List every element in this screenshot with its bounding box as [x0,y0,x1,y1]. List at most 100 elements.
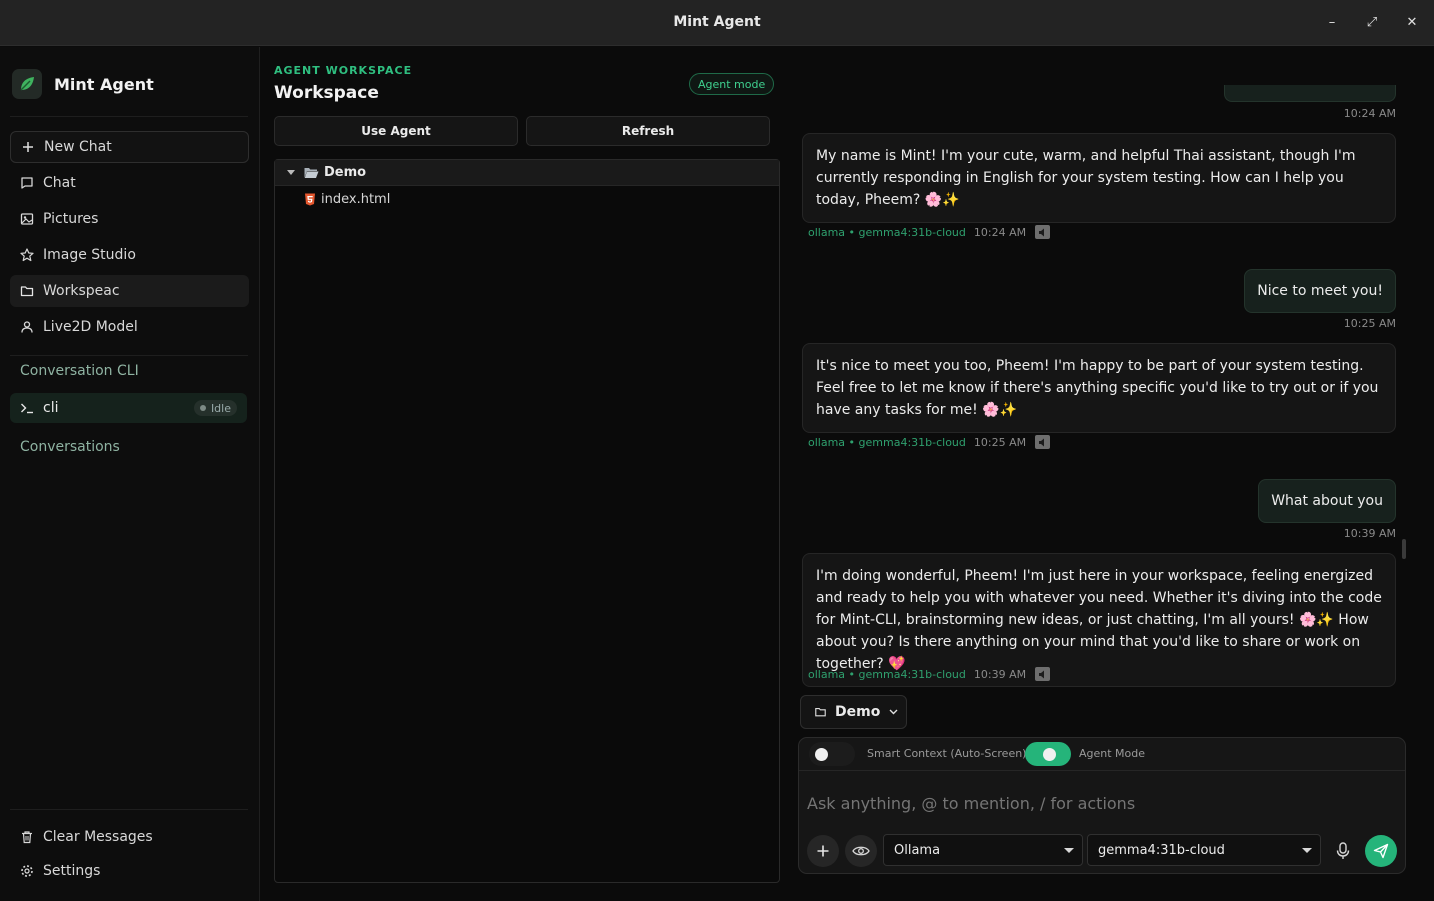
divider [10,809,248,810]
model-tag: ollama • gemma4:31b-cloud [808,667,966,681]
cli-session-item[interactable]: cli Idle [10,393,247,423]
tree-file[interactable]: index.html [275,186,779,212]
speaker-icon[interactable] [1035,435,1051,449]
model-value: gemma4:31b-cloud [1098,842,1225,858]
settings-button[interactable]: Settings [10,855,249,887]
new-chat-label: New Chat [44,139,112,155]
model-select[interactable]: gemma4:31b-cloud [1087,834,1321,866]
message-timestamp: 10:24 AM [973,225,1027,239]
message-timestamp: 10:25 AM [1343,317,1396,330]
folder-name: Demo [324,165,367,180]
caret-down-icon [287,170,295,175]
status-badge: Idle [193,400,237,416]
user-message: Nice to meet you! [1244,269,1396,313]
folder-open-icon [304,167,319,179]
message-timestamp: 10:39 AM [1343,527,1396,540]
settings-label: Settings [43,863,101,879]
vision-button[interactable] [845,835,877,867]
sidebar-item-workspace[interactable]: Workspeac [10,275,249,307]
clear-messages-label: Clear Messages [43,829,153,845]
file-name: index.html [321,191,391,207]
attach-button[interactable] [807,835,839,867]
agent-mode-label: Agent Mode [1079,747,1146,760]
star-icon [20,248,34,262]
new-chat-button[interactable]: New Chat [10,131,249,163]
caret-down-icon [1302,848,1312,853]
caret-down-icon [1064,848,1074,853]
model-tag: ollama • gemma4:31b-cloud [808,435,966,449]
use-agent-button[interactable]: Use Agent [274,116,518,146]
smart-context-toggle[interactable] [809,742,855,766]
sidebar-item-pictures[interactable]: Pictures [10,203,249,235]
conversation-cli-heading: Conversation CLI [20,363,139,379]
message-input[interactable] [807,794,1397,813]
chat-icon [20,176,34,190]
speaker-icon[interactable] [1035,225,1051,239]
model-tag: ollama • gemma4:31b-cloud [808,225,966,239]
message-timestamp: 10:39 AM [973,667,1027,681]
refresh-button[interactable]: Refresh [526,116,770,146]
message-timestamp: 10:24 AM [1343,107,1396,120]
trash-icon [20,830,34,844]
toggle-knob [815,748,828,761]
sidebar-item-label: Pictures [43,211,99,227]
message-meta: ollama • gemma4:31b-cloud 10:24 AM [808,225,1051,239]
window-title: Mint Agent [673,14,761,30]
composer-toggles: Smart Context (Auto-Screen) Agent Mode [799,738,1405,771]
scrollbar-thumb[interactable] [1402,539,1406,559]
microphone-icon [1336,842,1350,860]
file-tree: Demo index.html [274,159,780,883]
sidebar-item-image-studio[interactable]: Image Studio [10,239,249,271]
microphone-button[interactable] [1327,835,1359,867]
minimize-button[interactable]: – [1321,12,1343,34]
composer: Smart Context (Auto-Screen) Agent Mode O… [798,737,1406,874]
agent-mode-pill[interactable]: Agent mode [689,73,775,95]
chat-panel: 10:24 AM My name is Mint! I'm your cute,… [788,47,1434,901]
clear-messages-button[interactable]: Clear Messages [10,821,249,853]
sidebar-item-label: Workspeac [43,283,120,299]
message-bubble-partial [1224,85,1396,102]
terminal-icon [20,401,34,415]
cli-session-label: cli [43,400,59,416]
workspace-folder-dropdown[interactable]: Demo [800,695,907,729]
send-button[interactable] [1365,835,1397,867]
brand: Mint Agent [12,69,154,99]
plus-icon [816,844,830,858]
gear-icon [20,864,34,878]
workspace-panel: AGENT WORKSPACE Workspace Agent mode Use… [261,47,787,901]
provider-select[interactable]: Ollama [883,834,1083,866]
brand-name: Mint Agent [54,74,154,94]
folder-dropdown-label: Demo [835,704,881,720]
message-meta: ollama • gemma4:31b-cloud 10:25 AM [808,435,1051,449]
divider [10,116,248,117]
agent-mode-toggle[interactable] [1025,742,1071,766]
image-icon [20,212,34,226]
message-meta: ollama • gemma4:31b-cloud 10:39 AM [808,667,1051,681]
workspace-title: Workspace [274,83,379,103]
status-dot-icon [199,405,206,411]
assistant-message: My name is Mint! I'm your cute, warm, an… [802,133,1396,223]
smart-context-label: Smart Context (Auto-Screen) [867,747,1027,760]
conversations-heading: Conversations [20,439,120,455]
workspace-eyebrow: AGENT WORKSPACE [274,64,413,77]
user-icon [20,320,34,334]
title-bar: Mint Agent – ⤢ ✕ [0,0,1434,46]
close-button[interactable]: ✕ [1401,12,1423,34]
maximize-button[interactable]: ⤢ [1361,12,1383,34]
html5-file-icon [304,193,316,206]
folder-icon [20,284,34,298]
sidebar-item-chat[interactable]: Chat [10,167,249,199]
speaker-icon[interactable] [1035,667,1051,681]
sidebar-item-label: Image Studio [43,247,136,263]
send-icon [1373,843,1389,859]
sidebar-item-live2d-model[interactable]: Live2D Model [10,311,249,343]
leaf-logo-icon [12,69,42,99]
sidebar: Mint Agent New Chat Chat Pictures Image … [0,47,260,901]
tree-folder-demo[interactable]: Demo [275,160,779,186]
chevron-down-icon [889,709,898,715]
message-timestamp: 10:25 AM [973,435,1027,449]
user-message: What about you [1258,479,1396,523]
toggle-knob [1043,748,1056,761]
divider [10,355,248,356]
status-text: Idle [210,401,231,415]
